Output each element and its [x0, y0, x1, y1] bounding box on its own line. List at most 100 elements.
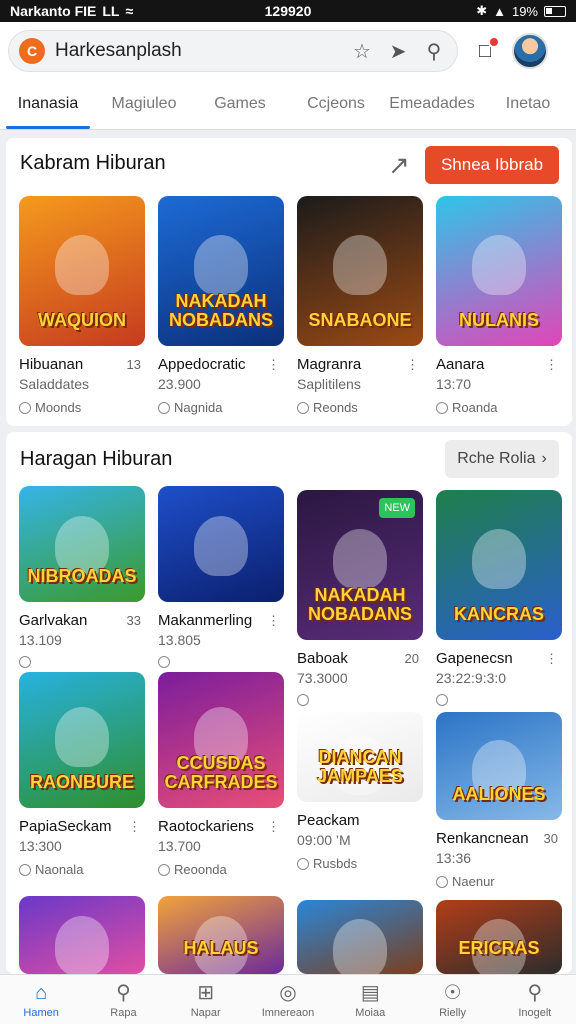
more-options-icon[interactable]: ⋮: [267, 819, 280, 835]
star-icon[interactable]: ☆: [349, 38, 375, 64]
app-thumbnail[interactable]: NULANIS: [436, 196, 562, 346]
nav-item-moiaa[interactable]: ▤ Moiaa: [329, 975, 411, 1024]
developer-name: Naonala: [35, 862, 84, 877]
app-name[interactable]: Aanara: [436, 356, 538, 373]
app-thumbnail[interactable]: WAQUION: [19, 196, 145, 346]
tab-games[interactable]: Games: [192, 80, 288, 129]
app-thumbnail[interactable]: [19, 896, 145, 974]
wifi-icon: ≈: [125, 3, 134, 19]
carrier-suffix: LL: [102, 3, 120, 19]
search-icon[interactable]: ⚲: [421, 38, 447, 64]
section-title: Haragan Hiburan: [20, 448, 173, 470]
developer-row: Reonds: [297, 400, 358, 415]
developer-row: Moonds: [19, 400, 81, 415]
more-button[interactable]: Rche Rolia ›: [445, 440, 559, 478]
more-options-icon[interactable]: ⋮: [545, 651, 558, 667]
search-input[interactable]: Harkesanplash: [55, 40, 339, 62]
app-name[interactable]: Hibuanan: [19, 356, 121, 373]
notification-icon[interactable]: □: [468, 34, 502, 68]
app-name[interactable]: Peackam: [297, 812, 399, 829]
character-art: [194, 235, 248, 295]
compass-icon: ◎: [279, 981, 297, 1004]
developer-icon: [19, 863, 31, 876]
more-button-label: Rche Rolia: [457, 450, 536, 467]
nav-item-hamen[interactable]: ⌂ Hamen: [0, 975, 82, 1024]
app-thumbnail[interactable]: NAKADAH NOBADANS: [158, 196, 284, 346]
character-art: [333, 529, 387, 589]
app-name[interactable]: Makanmerling: [158, 612, 260, 629]
nav-item-rielly[interactable]: ☉ Rielly: [411, 975, 493, 1024]
app-subtitle: 13:300: [19, 838, 62, 854]
see-all-button[interactable]: Shnea Ibbrab: [425, 146, 559, 184]
app-thumbnail[interactable]: DIANCAN JAMPAES: [297, 712, 423, 802]
app-name[interactable]: Appedocratic: [158, 356, 260, 373]
more-options-icon[interactable]: ⋮: [267, 613, 280, 629]
developer-icon: [436, 694, 448, 706]
app-name[interactable]: PapiaSeckam: [19, 818, 121, 835]
app-thumbnail[interactable]: NIBROADAS: [19, 486, 145, 602]
app-thumbnail[interactable]: HALAUS: [158, 896, 284, 974]
more-options-icon[interactable]: ⋮: [545, 357, 558, 373]
developer-row: [19, 656, 31, 668]
nav-item-rapa[interactable]: ⚲ Rapa: [82, 975, 164, 1024]
home-icon: ⌂: [35, 981, 48, 1004]
developer-row: [297, 694, 309, 706]
app-subtitle: 13.805: [158, 632, 201, 648]
category-tabs: Inanasia Magiuleo Games Ccjeons Emeadade…: [0, 80, 576, 130]
tab-inetao[interactable]: Inetao: [480, 80, 576, 129]
battery-percent: 19%: [511, 3, 538, 19]
app-name[interactable]: Magranra: [297, 356, 399, 373]
app-thumbnail[interactable]: [297, 900, 423, 974]
thumbnail-title: DIANCAN JAMPAES: [317, 747, 403, 787]
developer-name: Naenur: [452, 874, 495, 889]
section-popular: Haragan Hiburan Rche Rolia › NIBROADAS Gar…: [6, 432, 572, 974]
nav-label: Imnereaon: [261, 1006, 315, 1019]
developer-row: Naonala: [19, 862, 83, 877]
developer-icon: [297, 694, 309, 706]
app-thumbnail[interactable]: AALIONES: [436, 712, 562, 820]
developer-icon: [297, 857, 309, 870]
app-thumbnail[interactable]: NAKADAH NOBADANS NEW: [297, 490, 423, 640]
nav-item-napar[interactable]: ⊞ Napar: [165, 975, 247, 1024]
app-thumbnail[interactable]: RAONBURE: [19, 672, 145, 808]
app-subtitle: 13.700: [158, 838, 201, 854]
nav-label: Moiaa: [355, 1006, 386, 1019]
more-options-icon[interactable]: ⋮: [267, 357, 280, 373]
developer-icon: [436, 401, 448, 414]
developer-icon: [158, 401, 170, 414]
app-name[interactable]: Baboak: [297, 650, 399, 667]
app-name[interactable]: Renkancnean: [436, 830, 538, 847]
app-thumbnail[interactable]: SNABAONE: [297, 196, 423, 346]
share-arrow-icon[interactable]: ↗: [388, 150, 410, 181]
carrier-label: Narkanto FIE: [10, 3, 97, 19]
developer-icon: [436, 875, 448, 888]
tab-emeadades[interactable]: Emeadades: [384, 80, 480, 129]
app-subtitle: 09:00 ’M: [297, 832, 351, 848]
nav-item-imnereaon[interactable]: ◎ Imnereaon: [247, 975, 329, 1024]
nav-item-inogelt[interactable]: ⚲ Inogelt: [494, 975, 576, 1024]
gamepad-icon: ☉: [443, 981, 462, 1004]
avatar[interactable]: [512, 33, 548, 69]
brand-logo-icon: C: [19, 38, 45, 64]
app-thumbnail[interactable]: [158, 486, 284, 602]
character-art: [333, 235, 387, 295]
developer-icon: [19, 401, 31, 414]
tab-ccjeons[interactable]: Ccjeons: [288, 80, 384, 129]
tab-magiuleo[interactable]: Magiuleo: [96, 80, 192, 129]
app-thumbnail[interactable]: ERICRAS: [436, 900, 562, 974]
share-arrow-icon[interactable]: ➤: [385, 38, 411, 64]
app-name[interactable]: Garlvakan: [19, 612, 121, 629]
thumbnail-title: NULANIS: [459, 310, 539, 331]
more-options-icon[interactable]: ⋮: [128, 819, 141, 835]
tab-inanasia[interactable]: Inanasia: [0, 80, 96, 129]
app-subtitle: Saladdates: [19, 376, 90, 392]
developer-row: Roanda: [436, 400, 498, 415]
app-rating: 13: [126, 357, 141, 372]
app-subtitle: 23.900: [158, 376, 201, 392]
search-bar[interactable]: C Harkesanplash ☆ ➤ ⚲: [8, 30, 458, 72]
more-options-icon[interactable]: ⋮: [406, 357, 419, 373]
app-thumbnail[interactable]: KANCRAS: [436, 490, 562, 640]
app-name[interactable]: Raotockariens: [158, 818, 260, 835]
app-name[interactable]: Gapenecsn: [436, 650, 538, 667]
app-thumbnail[interactable]: CCUSDAS CARFRADES: [158, 672, 284, 808]
